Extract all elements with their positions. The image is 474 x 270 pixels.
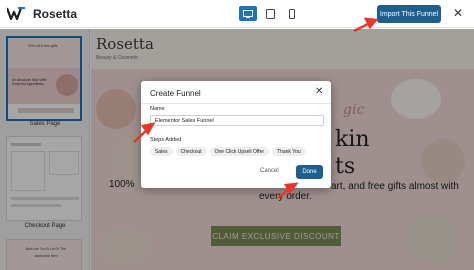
app-title: Rosetta: [33, 7, 78, 21]
top-bar: Rosetta Import This Funnel ✕: [0, 0, 474, 28]
done-button[interactable]: Done: [296, 165, 323, 179]
step-chip: Checkout: [175, 147, 207, 156]
step-chip: One Click Upsell Offer: [209, 147, 270, 156]
steps-list: Sales Checkout One Click Upsell Offer Th…: [150, 147, 306, 156]
create-funnel-modal: Create Funnel ✕ Name Steps Added Sales C…: [141, 81, 331, 188]
mobile-icon: [289, 8, 295, 19]
funnel-name-input[interactable]: [150, 115, 324, 126]
steps-added-label: Steps Added: [150, 137, 182, 143]
step-chip: Sales: [150, 147, 173, 156]
name-label: Name: [150, 106, 165, 112]
close-icon[interactable]: ✕: [315, 87, 323, 97]
modal-title: Create Funnel: [150, 89, 201, 98]
close-icon[interactable]: ✕: [453, 7, 463, 19]
modal-divider: [141, 103, 331, 104]
device-switcher: [239, 6, 301, 21]
desktop-view-button[interactable]: [239, 6, 257, 21]
desktop-icon: [243, 9, 253, 18]
import-funnel-button[interactable]: Import This Funnel: [377, 5, 441, 23]
tablet-view-button[interactable]: [261, 6, 279, 21]
mobile-view-button[interactable]: [283, 6, 301, 21]
tablet-icon: [265, 8, 275, 19]
cancel-button[interactable]: Cancel: [260, 168, 279, 174]
step-chip: Thank You: [272, 147, 306, 156]
app-logo-icon: [7, 7, 25, 20]
